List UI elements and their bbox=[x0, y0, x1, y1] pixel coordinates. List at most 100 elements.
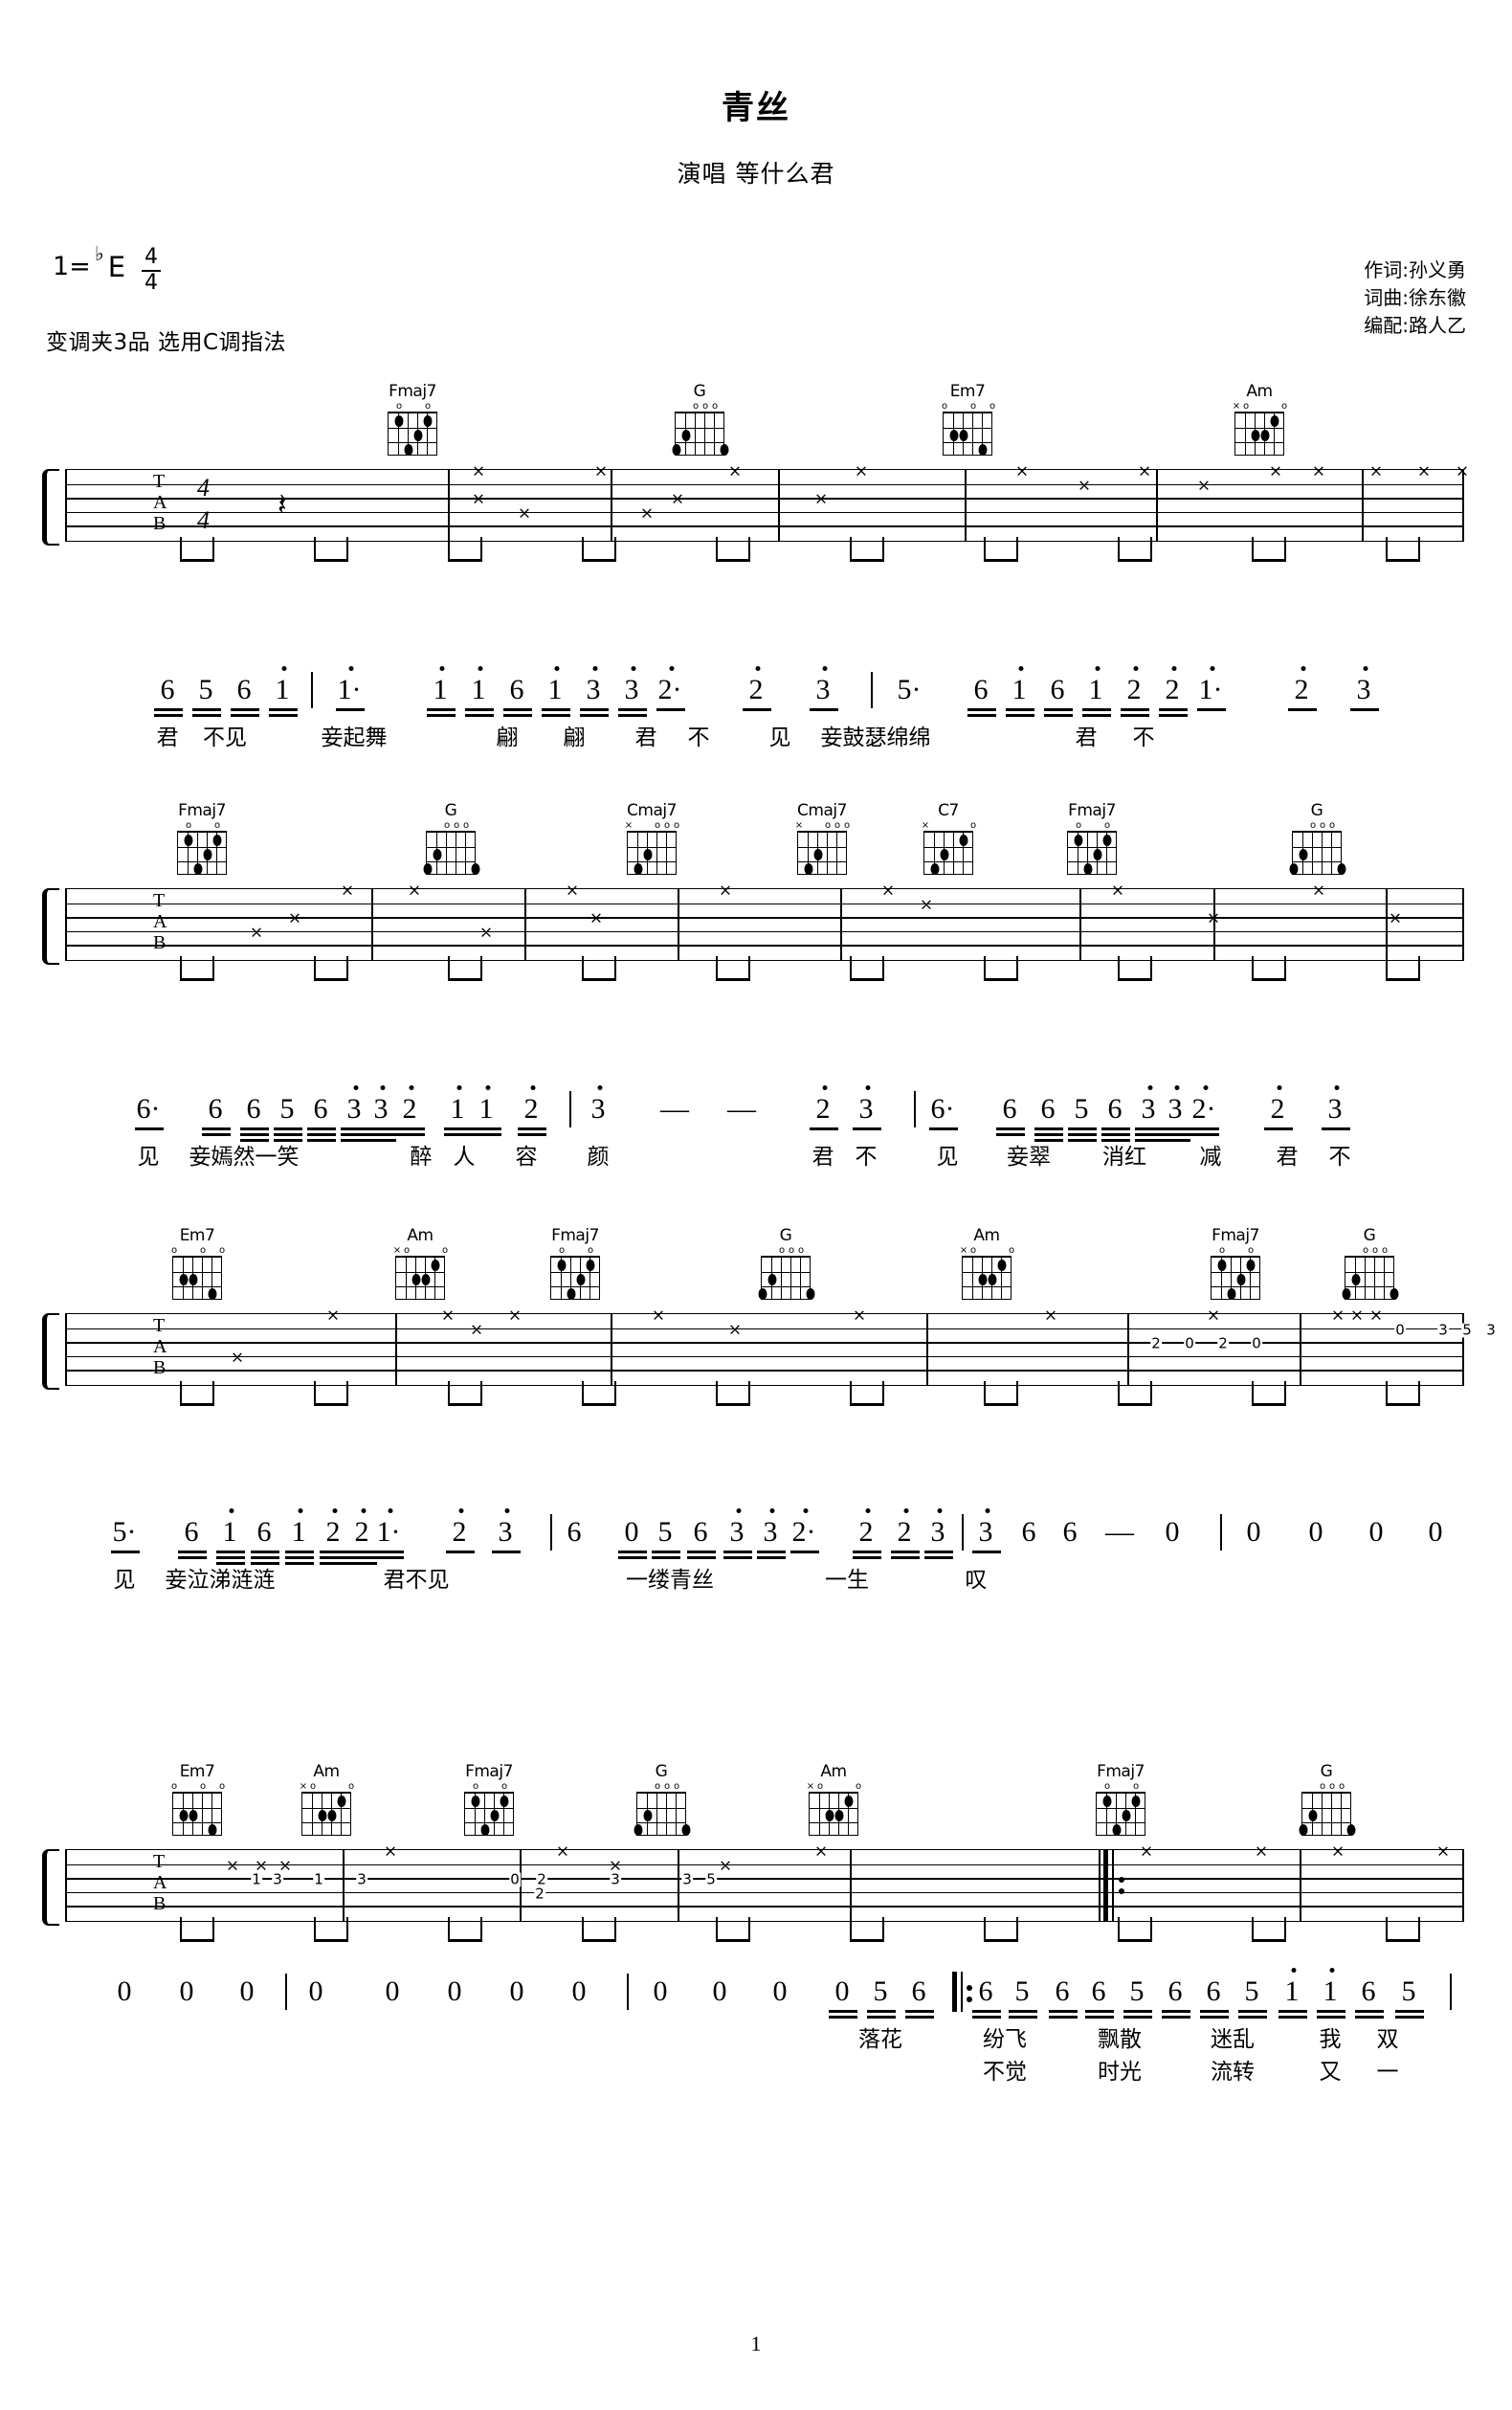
finger-dot bbox=[681, 430, 691, 441]
tab-clef-letter-t: T bbox=[153, 471, 166, 492]
note-beam bbox=[850, 559, 884, 562]
lyric-text: 不 bbox=[1132, 725, 1155, 750]
note-beam bbox=[850, 1403, 884, 1406]
open-string-marker: o bbox=[558, 1245, 566, 1256]
fret-wire bbox=[1293, 847, 1341, 849]
lyric-text: 不 bbox=[855, 1145, 878, 1170]
string-mute-x: × bbox=[1368, 1305, 1384, 1326]
finger-dot bbox=[1251, 430, 1260, 441]
beam-underline bbox=[285, 1551, 314, 1553]
open-string-marker: o bbox=[663, 1781, 671, 1792]
chord-diagram-am: Am × o o bbox=[1230, 383, 1289, 456]
beam-underline bbox=[1355, 2016, 1384, 2019]
muted-string-marker: × bbox=[959, 1245, 968, 1256]
string-mute-x: × bbox=[854, 461, 869, 481]
jianpu-note: 1· bbox=[337, 674, 362, 705]
beam-underline bbox=[396, 1127, 425, 1130]
open-string-marks: ooo bbox=[171, 1781, 226, 1792]
finger-dot bbox=[997, 1260, 1007, 1271]
lyric-text: 见 bbox=[936, 1145, 959, 1170]
beam-underline bbox=[1044, 714, 1073, 717]
finger-dot bbox=[421, 1274, 431, 1285]
fretboard-grid bbox=[1299, 1792, 1356, 1836]
jianpu-note: 3 bbox=[1167, 1093, 1183, 1125]
tab-fret-number: 3 bbox=[272, 1870, 283, 1888]
string-mute-x: × bbox=[440, 1305, 456, 1326]
note-beam bbox=[180, 1939, 214, 1942]
finger-dot bbox=[1131, 1796, 1141, 1807]
open-string-marks: × o bbox=[922, 821, 976, 831]
open-string-marker: o bbox=[1328, 1781, 1336, 1792]
beam-underline bbox=[492, 1551, 521, 1553]
open-string-marker: o bbox=[1103, 820, 1111, 831]
barline bbox=[1300, 1849, 1301, 1922]
beam-underline bbox=[307, 1139, 336, 1142]
chord-name: Fmaj7 bbox=[465, 1762, 513, 1781]
octave-dot-high bbox=[388, 1508, 393, 1513]
fret-wire bbox=[1345, 1286, 1393, 1288]
octave-dot-high bbox=[1301, 666, 1306, 671]
open-string-marker: o bbox=[941, 401, 948, 412]
beam-underline bbox=[518, 1133, 546, 1136]
jianpu-note: 6 bbox=[246, 1093, 261, 1125]
open-string-marker: o bbox=[1132, 1781, 1140, 1792]
beam-underline bbox=[503, 708, 532, 711]
beam-underline bbox=[723, 1551, 752, 1553]
lyric-text: 我 bbox=[1319, 2027, 1342, 2052]
beam-underline bbox=[446, 1551, 475, 1553]
octave-dot-high bbox=[504, 1508, 510, 1513]
fret-string-line bbox=[781, 1258, 783, 1299]
fret-wire bbox=[173, 1808, 221, 1810]
chord-name: Am bbox=[820, 1762, 847, 1781]
beam-underline bbox=[240, 1127, 269, 1130]
lyric-text: 消红 bbox=[1102, 1145, 1146, 1170]
octave-dot-high bbox=[1277, 1085, 1282, 1090]
note-beam bbox=[984, 978, 1018, 981]
string-mute-x: × bbox=[1416, 461, 1432, 481]
tab-fret-number: 5 bbox=[705, 1870, 717, 1888]
octave-dot-high bbox=[1363, 666, 1368, 671]
page-title: 青丝 bbox=[722, 89, 790, 127]
finger-dot bbox=[212, 835, 222, 846]
beam-underline bbox=[972, 2010, 1001, 2013]
beam-underline bbox=[1034, 1127, 1063, 1130]
jianpu-note: 1 bbox=[291, 1516, 306, 1548]
jianpu-note: 0 bbox=[772, 1975, 788, 2007]
open-string-marker: o bbox=[403, 1245, 411, 1256]
fret-wire bbox=[1097, 1822, 1145, 1824]
lyric-text: 减 bbox=[1199, 1145, 1222, 1170]
open-string-marker: o bbox=[424, 401, 432, 412]
fret-wire bbox=[178, 861, 226, 863]
beam-underline bbox=[1009, 2010, 1037, 2013]
staff-line bbox=[65, 1863, 1464, 1866]
finger-dot bbox=[423, 863, 433, 875]
finger-dot bbox=[930, 863, 940, 875]
octave-dot-high bbox=[409, 1085, 414, 1090]
open-string-marker: o bbox=[218, 1781, 226, 1792]
open-string-marks: oo bbox=[464, 1782, 514, 1792]
string-mute-x: × bbox=[670, 489, 685, 509]
beam-underline bbox=[829, 2010, 857, 2013]
fret-wire bbox=[1212, 1272, 1259, 1274]
jianpu-note: 1· bbox=[376, 1516, 401, 1548]
chord-diagram-fmaj7: Fmaj7 o o bbox=[1206, 1227, 1265, 1300]
open-string-marker: o bbox=[1218, 1245, 1226, 1256]
finger-dot bbox=[672, 444, 681, 456]
beam-underline bbox=[652, 1551, 680, 1553]
beam-underline bbox=[967, 714, 996, 717]
fret-wire bbox=[1302, 1822, 1350, 1824]
open-string-marks: × o o bbox=[392, 1245, 448, 1256]
jianpu-note: 1· bbox=[1198, 674, 1223, 705]
fret-wire bbox=[676, 442, 723, 444]
staff-line bbox=[65, 1370, 1464, 1372]
fret-wire bbox=[178, 847, 226, 849]
beam-underline bbox=[396, 1133, 425, 1136]
note-beam bbox=[314, 978, 348, 981]
beam-underline bbox=[240, 1139, 269, 1142]
muted-string-marker: × bbox=[392, 1245, 402, 1256]
fret-wire bbox=[173, 1272, 221, 1274]
beam-underline bbox=[757, 1556, 786, 1559]
beam-underline bbox=[1317, 2016, 1345, 2019]
string-mute-x: × bbox=[639, 503, 655, 524]
fretboard-grid bbox=[962, 1256, 1012, 1300]
